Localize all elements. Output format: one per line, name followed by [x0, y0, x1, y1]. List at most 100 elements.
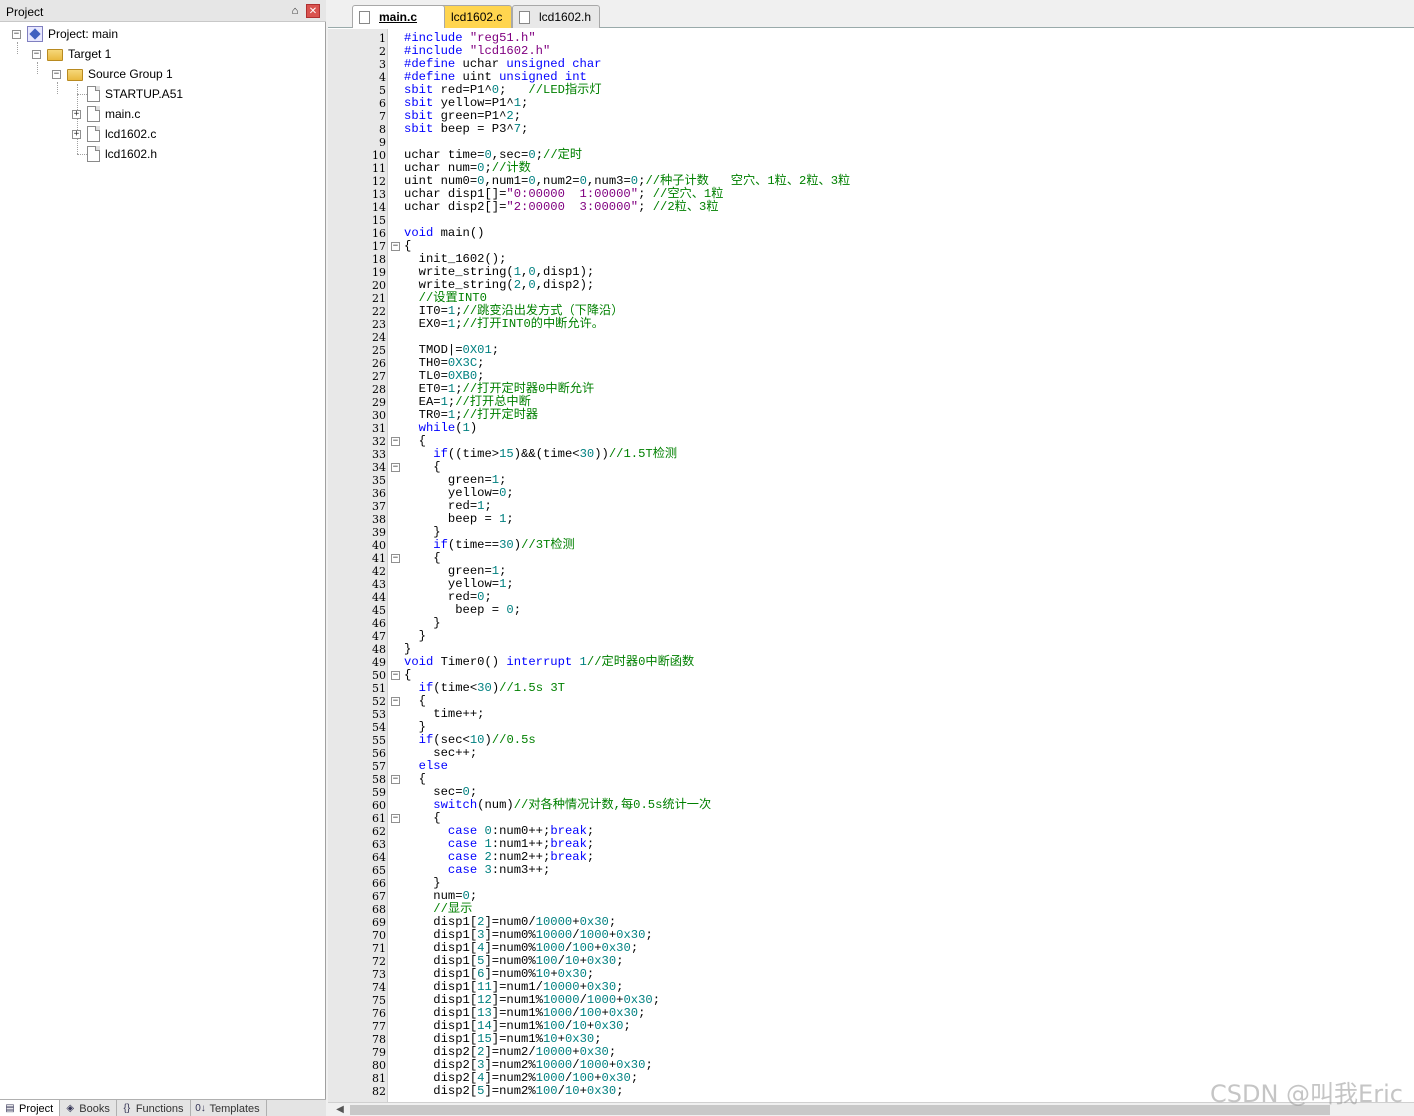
- expand-icon[interactable]: +: [72, 109, 81, 119]
- code-token: 1: [491, 564, 500, 578]
- code-editor[interactable]: 1 2 3 4 5 6 7 8 9 10 11 12 13 14 15 16 17 18 19 20 21 22 23 24 2…: [328, 29, 1414, 1102]
- code-token: 0: [484, 148, 492, 162]
- line-number: 45: [372, 604, 386, 617]
- line-number: 63: [372, 838, 386, 851]
- code-line[interactable]: disp2[5]=num2%100/10+0x30;: [404, 1084, 623, 1098]
- code-token: ;: [623, 1019, 631, 1033]
- code-token: 0x30: [594, 1019, 624, 1033]
- code-token: }: [404, 876, 441, 890]
- code-token: 10000: [535, 1058, 573, 1072]
- code-token: //LED指示灯: [528, 83, 602, 97]
- code-token: uchar disp1[]=: [404, 187, 507, 201]
- code-token: ,disp2);: [535, 278, 595, 292]
- code-token: beep = P3^: [440, 122, 514, 136]
- fold-collapse-icon[interactable]: −: [391, 671, 400, 680]
- code-token: green=: [404, 473, 492, 487]
- fold-collapse-icon[interactable]: −: [391, 814, 400, 823]
- code-token: 10: [469, 733, 485, 747]
- tab-label: lcd1602.h: [539, 10, 592, 24]
- tree-item-lcd1602-h[interactable]: lcd1602.h: [72, 144, 157, 164]
- tree-item-target[interactable]: − Target 1: [32, 44, 111, 64]
- code-line[interactable]: void Timer0() interrupt 1//定时器0中断函数: [404, 656, 694, 669]
- code-line[interactable]: EX0=1;//打开INT0的中断允许。: [404, 318, 604, 331]
- code-token: /: [579, 993, 587, 1007]
- code-text[interactable]: #include "reg51.h" #include "lcd1602.h" #d…: [404, 29, 1414, 1102]
- code-token: +: [572, 915, 580, 929]
- tab-lcd1602-h[interactable]: lcd1602.h: [512, 5, 600, 28]
- line-number: 20: [372, 279, 386, 292]
- tree-item-label: lcd1602.c: [105, 127, 157, 141]
- close-icon[interactable]: ✕: [306, 4, 320, 18]
- code-token: ;: [469, 889, 478, 903]
- code-token: 10: [564, 1084, 580, 1098]
- tab-project[interactable]: ▤ Project: [0, 1100, 61, 1116]
- code-token: sbit: [404, 122, 441, 136]
- line-number: 44: [372, 591, 386, 604]
- fold-collapse-icon[interactable]: −: [391, 554, 400, 563]
- line-number: 66: [372, 877, 386, 890]
- code-token: disp2[: [404, 1045, 478, 1059]
- code-token: //打开定时器: [462, 408, 539, 422]
- fold-collapse-icon[interactable]: −: [391, 242, 400, 251]
- code-token: /: [557, 1084, 565, 1098]
- code-token: 1: [513, 265, 522, 279]
- tab-main-c[interactable]: main.c: [352, 5, 445, 28]
- pin-icon[interactable]: ⌂: [288, 4, 302, 18]
- editor-tab-strip: main.c lcd1602.c lcd1602.h: [328, 0, 1414, 28]
- line-number: 46: [372, 617, 386, 630]
- fold-collapse-icon[interactable]: −: [391, 463, 400, 472]
- code-token: //1.5T检测: [608, 447, 678, 461]
- tree-item-lcd1602-c[interactable]: + lcd1602.c: [72, 124, 156, 144]
- code-token: 10000: [535, 915, 573, 929]
- fold-collapse-icon[interactable]: −: [391, 437, 400, 446]
- code-token: TL0=: [404, 369, 448, 383]
- code-token: 0x30: [557, 967, 587, 981]
- code-line[interactable]: sbit beep = P3^7;: [404, 123, 528, 136]
- collapse-icon[interactable]: −: [52, 69, 61, 79]
- code-token: ;: [608, 915, 617, 929]
- collapse-icon[interactable]: −: [12, 29, 21, 39]
- code-line[interactable]: void main(): [404, 227, 484, 240]
- books-icon: ◈: [66, 1103, 75, 1114]
- tree-item-source-group[interactable]: − Source Group 1: [52, 64, 173, 84]
- code-token: "2:00000 3:00000": [506, 200, 639, 214]
- tree-item-startup[interactable]: STARTUP.A51: [72, 84, 183, 104]
- code-token: num=: [404, 889, 463, 903]
- scroll-left-icon[interactable]: ◀: [334, 1104, 346, 1116]
- code-token: if: [433, 447, 448, 461]
- fold-collapse-icon[interactable]: −: [391, 775, 400, 784]
- code-token: ;: [513, 603, 522, 617]
- expand-icon[interactable]: +: [72, 129, 81, 139]
- tree-item-project[interactable]: − Project: main: [12, 24, 118, 44]
- line-number: 6: [379, 97, 386, 110]
- code-token: ,num1=: [484, 174, 529, 188]
- code-token: disp1[: [404, 941, 478, 955]
- scrollbar-thumb[interactable]: [350, 1105, 1330, 1115]
- code-token: ): [513, 538, 522, 552]
- code-token: yellow=P1^: [440, 96, 514, 110]
- code-token: #include: [404, 44, 470, 58]
- line-number: 12: [372, 175, 386, 188]
- code-token: Timer0(): [440, 655, 507, 669]
- tree-item-main-c[interactable]: + main.c: [72, 104, 140, 124]
- code-line[interactable]: if(time<30)//1.5s 3T: [404, 682, 565, 695]
- line-number: 39: [372, 526, 386, 539]
- code-token: 10: [535, 967, 551, 981]
- collapse-icon[interactable]: −: [32, 49, 41, 59]
- tab-templates[interactable]: 0↓ Templates: [191, 1100, 267, 1116]
- fold-collapse-icon[interactable]: −: [391, 697, 400, 706]
- code-token: {: [404, 239, 412, 253]
- code-line[interactable]: uchar disp2[]="2:00000 3:00000"; //2粒、3粒: [404, 201, 719, 214]
- tab-books[interactable]: ◈ Books: [60, 1100, 117, 1116]
- tab-functions[interactable]: {} Functions: [117, 1100, 191, 1116]
- code-line[interactable]: if((time>15)&&(time<30))//1.5T检测: [404, 448, 677, 461]
- code-token: 0x30: [586, 954, 617, 968]
- code-token: 0x30: [579, 915, 609, 929]
- code-token: ;: [484, 161, 492, 175]
- code-token: 0X01: [462, 343, 492, 357]
- code-token: +: [572, 1045, 580, 1059]
- code-token: ): [484, 733, 492, 747]
- code-line[interactable]: switch(num)//对各种情况计数,每0.5s统计一次: [404, 799, 711, 812]
